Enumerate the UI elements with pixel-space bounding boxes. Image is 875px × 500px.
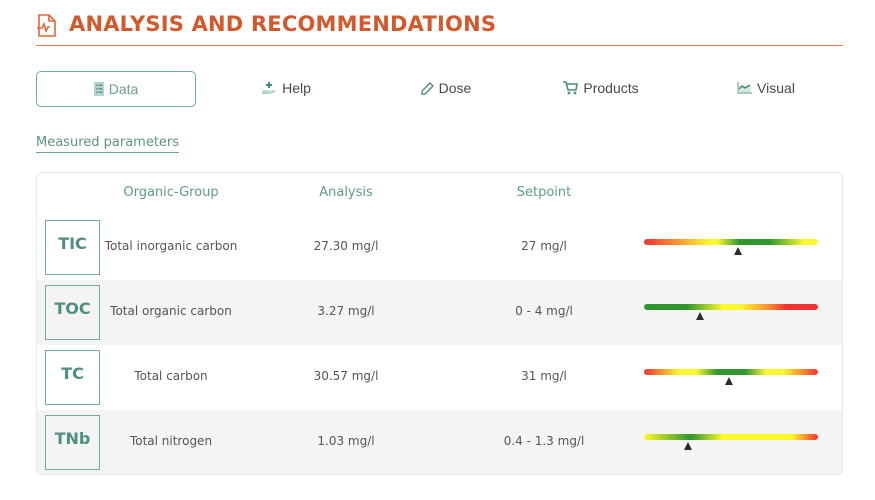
status-gauge (644, 365, 818, 389)
tab-visual[interactable]: Visual (686, 71, 846, 105)
status-gauge (644, 430, 818, 454)
gauge-marker (683, 442, 692, 450)
page-header: ANALYSIS AND RECOMMENDATIONS (36, 10, 843, 46)
tab-products[interactable]: Products (521, 71, 681, 105)
parameter-name: Total nitrogen (129, 434, 213, 448)
tab-label: Products (583, 80, 639, 96)
tab-data[interactable]: Data (36, 71, 196, 107)
document-pulse-icon (36, 14, 58, 38)
status-gauge (644, 300, 818, 324)
header-analysis: Analysis (319, 185, 373, 200)
setpoint-value: 0 - 4 mg/l (515, 304, 573, 318)
table-row: TNb Total nitrogen 1.03 mg/l 0.4 - 1.3 m… (37, 410, 842, 474)
gauge-bar (644, 434, 818, 440)
tab-label: Visual (757, 80, 795, 96)
parameter-name: Total organic carbon (110, 304, 232, 318)
tab-label: Help (282, 80, 311, 96)
measured-parameters-link[interactable]: Measured parameters (36, 135, 180, 153)
setpoint-value: 0.4 - 1.3 mg/l (503, 434, 585, 448)
gauge-bar (644, 369, 818, 375)
header-organic-group: Organic-Group (123, 185, 219, 200)
analysis-value: 30.57 mg/l (313, 369, 379, 383)
hand-plus-icon (262, 82, 276, 94)
setpoint-value: 31 mg/l (521, 369, 567, 383)
gauge-bar (644, 304, 818, 310)
tab-dose[interactable]: Dose (366, 71, 526, 105)
tab-bar: Data Help Dose Products Visual (36, 71, 843, 107)
table-header: Organic-Group Analysis Setpoint (37, 173, 842, 215)
cart-icon (563, 81, 579, 95)
gauge-marker (725, 377, 734, 385)
table-row: TIC Total inorganic carbon 27.30 mg/l 27… (37, 215, 842, 280)
header-setpoint: Setpoint (516, 185, 572, 200)
table-row: TOC Total organic carbon 3.27 mg/l 0 - 4… (37, 280, 842, 345)
tab-label: Data (108, 81, 139, 97)
tab-label: Dose (438, 80, 472, 96)
setpoint-value: 27 mg/l (521, 239, 567, 253)
list-icon (93, 82, 104, 96)
parameters-table: Organic-Group Analysis Setpoint TIC Tota… (36, 172, 843, 475)
gauge-marker (695, 312, 704, 320)
tab-help[interactable]: Help (206, 71, 366, 105)
gauge-marker (733, 247, 742, 255)
analysis-value: 27.30 mg/l (313, 239, 379, 253)
gauge-bar (644, 239, 818, 245)
analysis-value: 3.27 mg/l (317, 304, 375, 318)
chart-line-icon (737, 82, 753, 94)
table-row: TC Total carbon 30.57 mg/l 31 mg/l (37, 345, 842, 410)
status-gauge (644, 235, 818, 259)
parameter-code: TC (45, 350, 100, 405)
parameter-name: Total inorganic carbon (104, 239, 238, 253)
parameter-name: Total carbon (134, 369, 208, 383)
pipette-icon (420, 81, 434, 95)
page-title: ANALYSIS AND RECOMMENDATIONS (69, 12, 497, 36)
analysis-value: 1.03 mg/l (317, 434, 375, 448)
parameter-code: TOC (45, 285, 100, 340)
parameter-code: TNb (45, 415, 100, 470)
parameter-code: TIC (45, 220, 100, 275)
